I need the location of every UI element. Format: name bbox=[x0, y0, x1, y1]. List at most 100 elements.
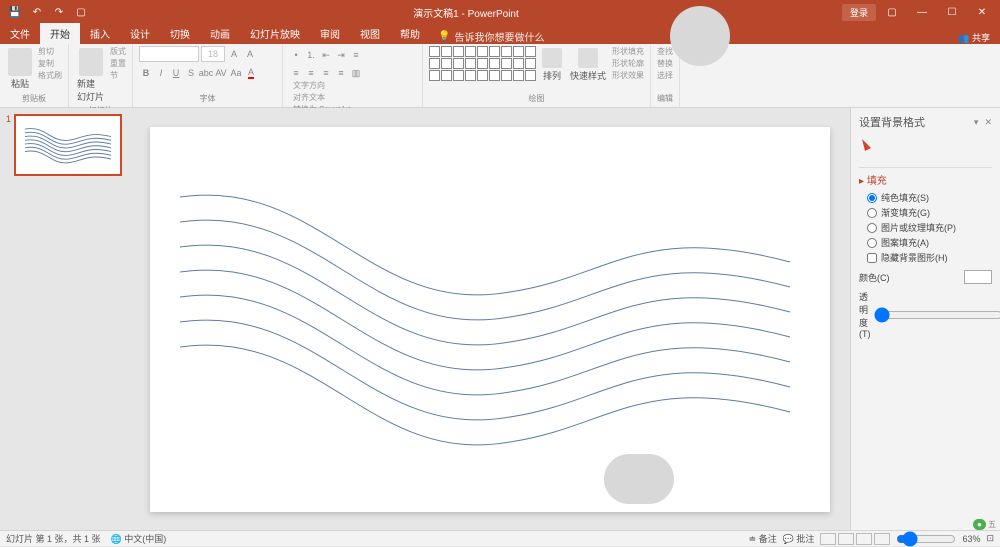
quick-styles-icon bbox=[578, 48, 598, 68]
fill-section-header[interactable]: ▸ 填充 bbox=[859, 172, 992, 187]
notes-button[interactable]: ≐ 备注 bbox=[749, 532, 777, 545]
reset-button[interactable]: 重置 bbox=[110, 58, 126, 69]
radio-solid-fill[interactable]: 纯色填充(S) bbox=[867, 191, 992, 204]
tab-home[interactable]: 开始 bbox=[40, 23, 80, 44]
layout-button[interactable]: 版式 bbox=[110, 46, 126, 57]
font-family-select[interactable] bbox=[139, 46, 199, 62]
tab-insert[interactable]: 插入 bbox=[80, 23, 120, 44]
case-button[interactable]: Aa bbox=[229, 66, 243, 80]
radio-pattern-fill[interactable]: 图案填充(A) bbox=[867, 236, 992, 249]
sorter-view-button[interactable] bbox=[838, 533, 854, 545]
group-clipboard: 粘贴 剪切 复制 格式刷 剪贴板 bbox=[0, 44, 69, 107]
maximize-icon[interactable]: ☐ bbox=[938, 2, 966, 22]
increase-font-icon[interactable]: A bbox=[227, 47, 241, 61]
bold-button[interactable]: B bbox=[139, 66, 153, 80]
text-direction-button[interactable]: 文字方向 bbox=[293, 80, 416, 91]
font-color-button[interactable]: A bbox=[244, 66, 258, 80]
tab-slideshow[interactable]: 幻灯片放映 bbox=[240, 23, 310, 44]
justify-button[interactable]: ≡ bbox=[334, 66, 348, 80]
radio-picture-fill[interactable]: 图片或纹理填充(P) bbox=[867, 221, 992, 234]
ribbon: 粘贴 剪切 复制 格式刷 剪贴板 新建 幻灯片 版式 重置 节 幻灯片 bbox=[0, 44, 1000, 108]
fill-category-icon[interactable] bbox=[859, 136, 877, 154]
char-spacing-button[interactable]: AV bbox=[214, 66, 228, 80]
slide-thumbnails-panel[interactable]: 1 bbox=[0, 108, 130, 530]
tab-transitions[interactable]: 切换 bbox=[160, 23, 200, 44]
paste-button[interactable]: 粘贴 bbox=[6, 46, 34, 92]
shapes-gallery[interactable] bbox=[429, 46, 536, 81]
language-indicator[interactable]: 🌐 中文(中国) bbox=[111, 532, 167, 545]
slide-counter[interactable]: 幻灯片 第 1 张，共 1 张 bbox=[6, 532, 101, 545]
tab-help[interactable]: 帮助 bbox=[390, 23, 430, 44]
bullets-button[interactable]: • bbox=[289, 48, 303, 62]
new-slide-button[interactable]: 新建 幻灯片 bbox=[75, 46, 106, 105]
italic-button[interactable]: I bbox=[154, 66, 168, 80]
normal-view-button[interactable] bbox=[820, 533, 836, 545]
fit-to-window-button[interactable]: ⊡ bbox=[986, 533, 994, 544]
shape-fill-button[interactable]: 形状填充 bbox=[612, 46, 644, 57]
decrease-font-icon[interactable]: A bbox=[243, 47, 257, 61]
slide-thumbnail-1[interactable] bbox=[14, 114, 122, 176]
shape-effects-button[interactable]: 形状效果 bbox=[612, 70, 644, 81]
comments-button[interactable]: 💬 批注 bbox=[783, 532, 815, 545]
find-button[interactable]: 查找 bbox=[657, 46, 673, 57]
cut-button[interactable]: 剪切 bbox=[38, 46, 62, 57]
format-painter-button[interactable]: 格式刷 bbox=[38, 70, 62, 81]
line-spacing-button[interactable]: ≡ bbox=[349, 48, 363, 62]
transparency-slider[interactable] bbox=[874, 307, 1000, 323]
select-button[interactable]: 选择 bbox=[657, 70, 673, 81]
redo-icon[interactable]: ↷ bbox=[50, 3, 68, 21]
radio-gradient-fill[interactable]: 渐变填充(G) bbox=[867, 206, 992, 219]
shape-outline-button[interactable]: 形状轮廓 bbox=[612, 58, 644, 69]
save-icon[interactable]: 💾 bbox=[6, 3, 24, 21]
slideshow-view-button[interactable] bbox=[874, 533, 890, 545]
tab-review[interactable]: 审阅 bbox=[310, 23, 350, 44]
tray-badge: ● bbox=[973, 519, 986, 530]
watermark-blob bbox=[604, 454, 674, 504]
tab-animations[interactable]: 动画 bbox=[200, 23, 240, 44]
align-text-button[interactable]: 对齐文本 bbox=[293, 92, 416, 103]
underline-button[interactable]: U bbox=[169, 66, 183, 80]
tell-me-label: 告诉我你想要做什么 bbox=[454, 29, 544, 44]
columns-button[interactable]: ▥ bbox=[349, 66, 363, 80]
indent-dec-button[interactable]: ⇤ bbox=[319, 48, 333, 62]
pane-close-icon[interactable]: ✕ bbox=[984, 117, 992, 128]
ribbon-options-icon[interactable]: ▢ bbox=[878, 2, 906, 22]
share-button[interactable]: 👥 共享 bbox=[958, 31, 990, 44]
slide-canvas-area[interactable] bbox=[130, 108, 850, 530]
color-picker-button[interactable] bbox=[964, 270, 992, 284]
tab-file[interactable]: 文件 bbox=[0, 23, 40, 44]
align-right-button[interactable]: ≡ bbox=[319, 66, 333, 80]
quick-styles-button[interactable]: 快速样式 bbox=[568, 46, 608, 84]
align-center-button[interactable]: ≡ bbox=[304, 66, 318, 80]
section-button[interactable]: 节 bbox=[110, 70, 126, 81]
align-left-button[interactable]: ≡ bbox=[289, 66, 303, 80]
pane-dropdown-icon[interactable]: ▾ bbox=[974, 117, 979, 128]
undo-icon[interactable]: ↶ bbox=[28, 3, 46, 21]
minimize-icon[interactable]: — bbox=[908, 2, 936, 22]
close-icon[interactable]: ✕ bbox=[968, 2, 996, 22]
transparency-label: 透明度(T) bbox=[859, 290, 870, 339]
tab-view[interactable]: 视图 bbox=[350, 23, 390, 44]
arrange-icon bbox=[542, 48, 562, 68]
thumbnail-number: 1 bbox=[6, 114, 11, 176]
font-size-select[interactable] bbox=[201, 46, 225, 62]
replace-button[interactable]: 替换 bbox=[657, 58, 673, 69]
login-button[interactable]: 登录 bbox=[842, 4, 876, 21]
indent-inc-button[interactable]: ⇥ bbox=[334, 48, 348, 62]
tab-design[interactable]: 设计 bbox=[120, 23, 160, 44]
zoom-slider[interactable] bbox=[896, 531, 956, 547]
slide-canvas[interactable] bbox=[150, 127, 830, 512]
start-slideshow-icon[interactable]: ▢ bbox=[72, 3, 90, 21]
copy-button[interactable]: 复制 bbox=[38, 58, 62, 69]
tray-ime-icon[interactable]: 五 bbox=[988, 519, 996, 530]
strike-button[interactable]: S bbox=[184, 66, 198, 80]
arrange-button[interactable]: 排列 bbox=[540, 46, 564, 84]
zoom-level[interactable]: 63% bbox=[962, 534, 980, 544]
paste-icon bbox=[8, 48, 32, 76]
checkbox-hide-bg[interactable]: 隐藏背景图形(H) bbox=[867, 251, 992, 264]
shadow-button[interactable]: abc bbox=[199, 66, 213, 80]
tell-me-search[interactable]: 💡 告诉我你想要做什么 bbox=[438, 29, 544, 44]
numbering-button[interactable]: 1. bbox=[304, 48, 318, 62]
app-title: 演示文稿1 - PowerPoint bbox=[90, 5, 842, 20]
reading-view-button[interactable] bbox=[856, 533, 872, 545]
